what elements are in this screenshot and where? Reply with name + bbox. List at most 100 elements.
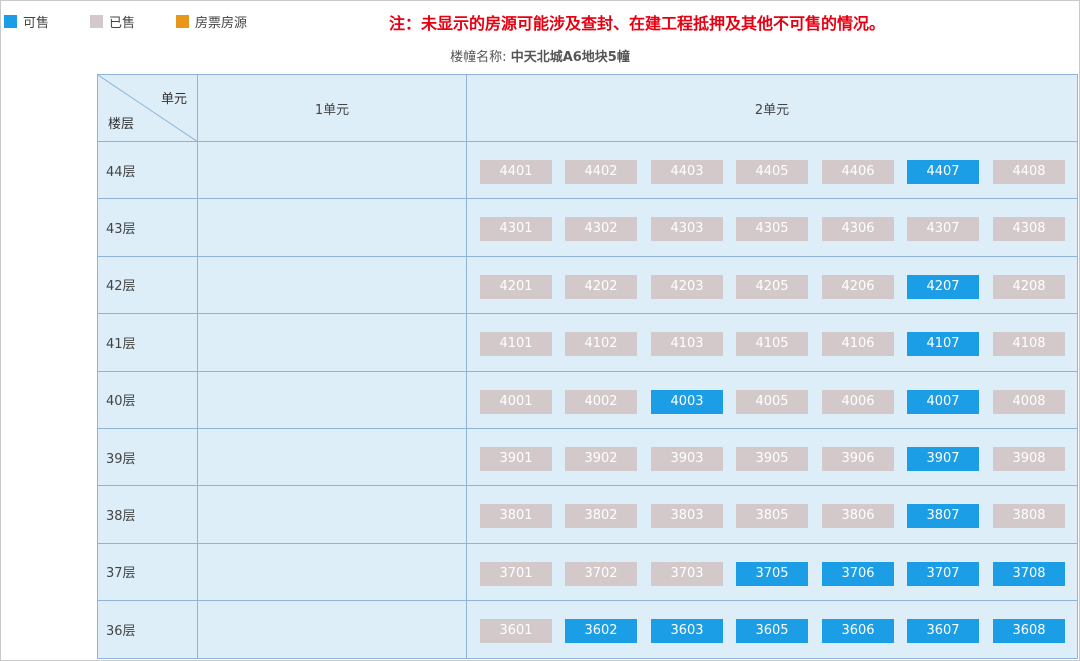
room-sold-button[interactable]: 3703 (651, 561, 723, 586)
room-sold-button[interactable]: 4308 (993, 217, 1065, 242)
legend-sold-label: 已售 (109, 16, 136, 31)
room-sold-button[interactable]: 4201 (480, 274, 552, 299)
room-sold-button[interactable]: 3908 (993, 446, 1065, 471)
room-available-button[interactable]: 3605 (736, 619, 808, 644)
room-sold-button[interactable]: 4303 (651, 217, 723, 242)
floor-label: 44层 (97, 140, 198, 200)
room-sold-button[interactable]: 4105 (736, 332, 808, 357)
room-sold-button[interactable]: 3905 (736, 446, 808, 471)
unit1-cell (197, 255, 467, 315)
room-sold-button[interactable]: 4307 (907, 217, 979, 242)
corner-unit-label: 单元 (160, 92, 187, 107)
room-sold-button[interactable]: 3601 (480, 619, 552, 644)
floor-label: 37层 (97, 542, 198, 602)
room-sold-button[interactable]: 4301 (480, 217, 552, 242)
unit1-header: 1单元 (197, 74, 467, 142)
room-sold-button[interactable]: 4203 (651, 274, 723, 299)
room-sold-button[interactable]: 3803 (651, 504, 723, 529)
room-available-button[interactable]: 3705 (736, 561, 808, 586)
floor-row: 43层 4301 4302 4303 4305 4306 4307 4308 (97, 198, 1078, 257)
room-sold-button[interactable]: 4305 (736, 217, 808, 242)
room-sold-button[interactable]: 4306 (822, 217, 894, 242)
unit2-cell: 4201 4202 4203 4205 4206 4207 4208 (466, 255, 1078, 315)
legend-ticket: 房票房源 (176, 12, 247, 31)
room-sold-button[interactable]: 4202 (565, 274, 637, 299)
room-sold-button[interactable]: 3806 (822, 504, 894, 529)
unit2-cell: 3601 3602 3603 3605 3606 3607 3608 (466, 600, 1078, 659)
room-sold-button[interactable]: 3906 (822, 446, 894, 471)
room-available-button[interactable]: 3907 (907, 446, 979, 471)
room-available-button[interactable]: 3608 (993, 619, 1065, 644)
room-available-button[interactable]: 4007 (907, 389, 979, 414)
floor-row: 44层 4401 4402 4403 4405 4406 4407 4408 (97, 140, 1078, 200)
floor-row: 40层 4001 4002 4003 4005 4006 4007 4008 (97, 370, 1078, 429)
room-sold-button[interactable]: 3903 (651, 446, 723, 471)
building-label: 楼幢名称: (450, 50, 507, 65)
unit2-header: 2单元 (466, 74, 1078, 142)
unit1-cell (197, 600, 467, 659)
room-sold-button[interactable]: 4006 (822, 389, 894, 414)
unit2-cell: 4401 4402 4403 4405 4406 4407 4408 (466, 140, 1078, 200)
floor-label: 40层 (97, 370, 198, 429)
unit2-cell: 4301 4302 4303 4305 4306 4307 4308 (466, 198, 1078, 257)
room-available-button[interactable]: 3602 (565, 619, 637, 644)
room-available-button[interactable]: 4207 (907, 274, 979, 299)
room-available-button[interactable]: 3807 (907, 504, 979, 529)
floor-label: 36层 (97, 600, 198, 659)
floor-row: 38层 3801 3802 3803 3805 3806 3807 3808 (97, 485, 1078, 544)
room-sold-button[interactable]: 4101 (480, 332, 552, 357)
room-sold-button[interactable]: 4002 (565, 389, 637, 414)
room-sold-button[interactable]: 4406 (822, 160, 894, 184)
room-sold-button[interactable]: 4103 (651, 332, 723, 357)
room-sold-button[interactable]: 3701 (480, 561, 552, 586)
room-sold-button[interactable]: 4402 (565, 160, 637, 184)
room-sold-button[interactable]: 4206 (822, 274, 894, 299)
floor-row: 42层 4201 4202 4203 4205 4206 4207 4208 (97, 255, 1078, 315)
room-sold-button[interactable]: 3801 (480, 504, 552, 529)
room-sold-button[interactable]: 3902 (565, 446, 637, 471)
room-sold-button[interactable]: 4408 (993, 160, 1065, 184)
room-sold-button[interactable]: 4401 (480, 160, 552, 184)
building-name: 中天北城A6地块5幢 (510, 50, 630, 65)
floor-row: 37层 3701 3702 3703 3705 3706 3707 3708 (97, 542, 1078, 602)
floor-rows: 44层 4401 4402 4403 4405 4406 4407 4408 43层 4301 43… (97, 140, 1078, 659)
room-available-button[interactable]: 3607 (907, 619, 979, 644)
room-sold-button[interactable]: 4302 (565, 217, 637, 242)
floor-label: 39层 (97, 427, 198, 487)
room-sold-button[interactable]: 4102 (565, 332, 637, 357)
legend-sold: 已售 (90, 12, 135, 31)
room-sold-button[interactable]: 3802 (565, 504, 637, 529)
legend-ticket-label: 房票房源 (195, 16, 248, 31)
room-available-button[interactable]: 4003 (651, 389, 723, 414)
room-available-button[interactable]: 4407 (907, 160, 979, 184)
legend-available-label: 可售 (23, 16, 50, 31)
unit1-cell (197, 140, 467, 200)
floor-row: 41层 4101 4102 4103 4105 4106 4107 4108 (97, 313, 1078, 372)
room-sold-button[interactable]: 4208 (993, 274, 1065, 299)
unit1-cell (197, 313, 467, 372)
room-available-button[interactable]: 3707 (907, 561, 979, 586)
room-sold-button[interactable]: 4108 (993, 332, 1065, 357)
unit1-cell (197, 542, 467, 602)
room-available-button[interactable]: 3606 (822, 619, 894, 644)
room-sold-button[interactable]: 4405 (736, 160, 808, 184)
room-sold-button[interactable]: 4403 (651, 160, 723, 184)
room-available-button[interactable]: 4107 (907, 332, 979, 357)
floor-label: 43层 (97, 198, 198, 257)
room-sold-button[interactable]: 4008 (993, 389, 1065, 414)
room-sold-button[interactable]: 3808 (993, 504, 1065, 529)
unit1-cell (197, 485, 467, 544)
room-sold-button[interactable]: 4001 (480, 389, 552, 414)
room-sold-button[interactable]: 4106 (822, 332, 894, 357)
unit2-cell: 3901 3902 3903 3905 3906 3907 3908 (466, 427, 1078, 487)
room-available-button[interactable]: 3603 (651, 619, 723, 644)
room-available-button[interactable]: 3708 (993, 561, 1065, 586)
room-sold-button[interactable]: 4005 (736, 389, 808, 414)
corner-floor-label: 楼层 (108, 117, 135, 132)
room-sold-button[interactable]: 3805 (736, 504, 808, 529)
room-sold-button[interactable]: 3702 (565, 561, 637, 586)
room-sold-button[interactable]: 4205 (736, 274, 808, 299)
corner-header: 单元 楼层 (97, 74, 198, 142)
room-sold-button[interactable]: 3901 (480, 446, 552, 471)
room-available-button[interactable]: 3706 (822, 561, 894, 586)
